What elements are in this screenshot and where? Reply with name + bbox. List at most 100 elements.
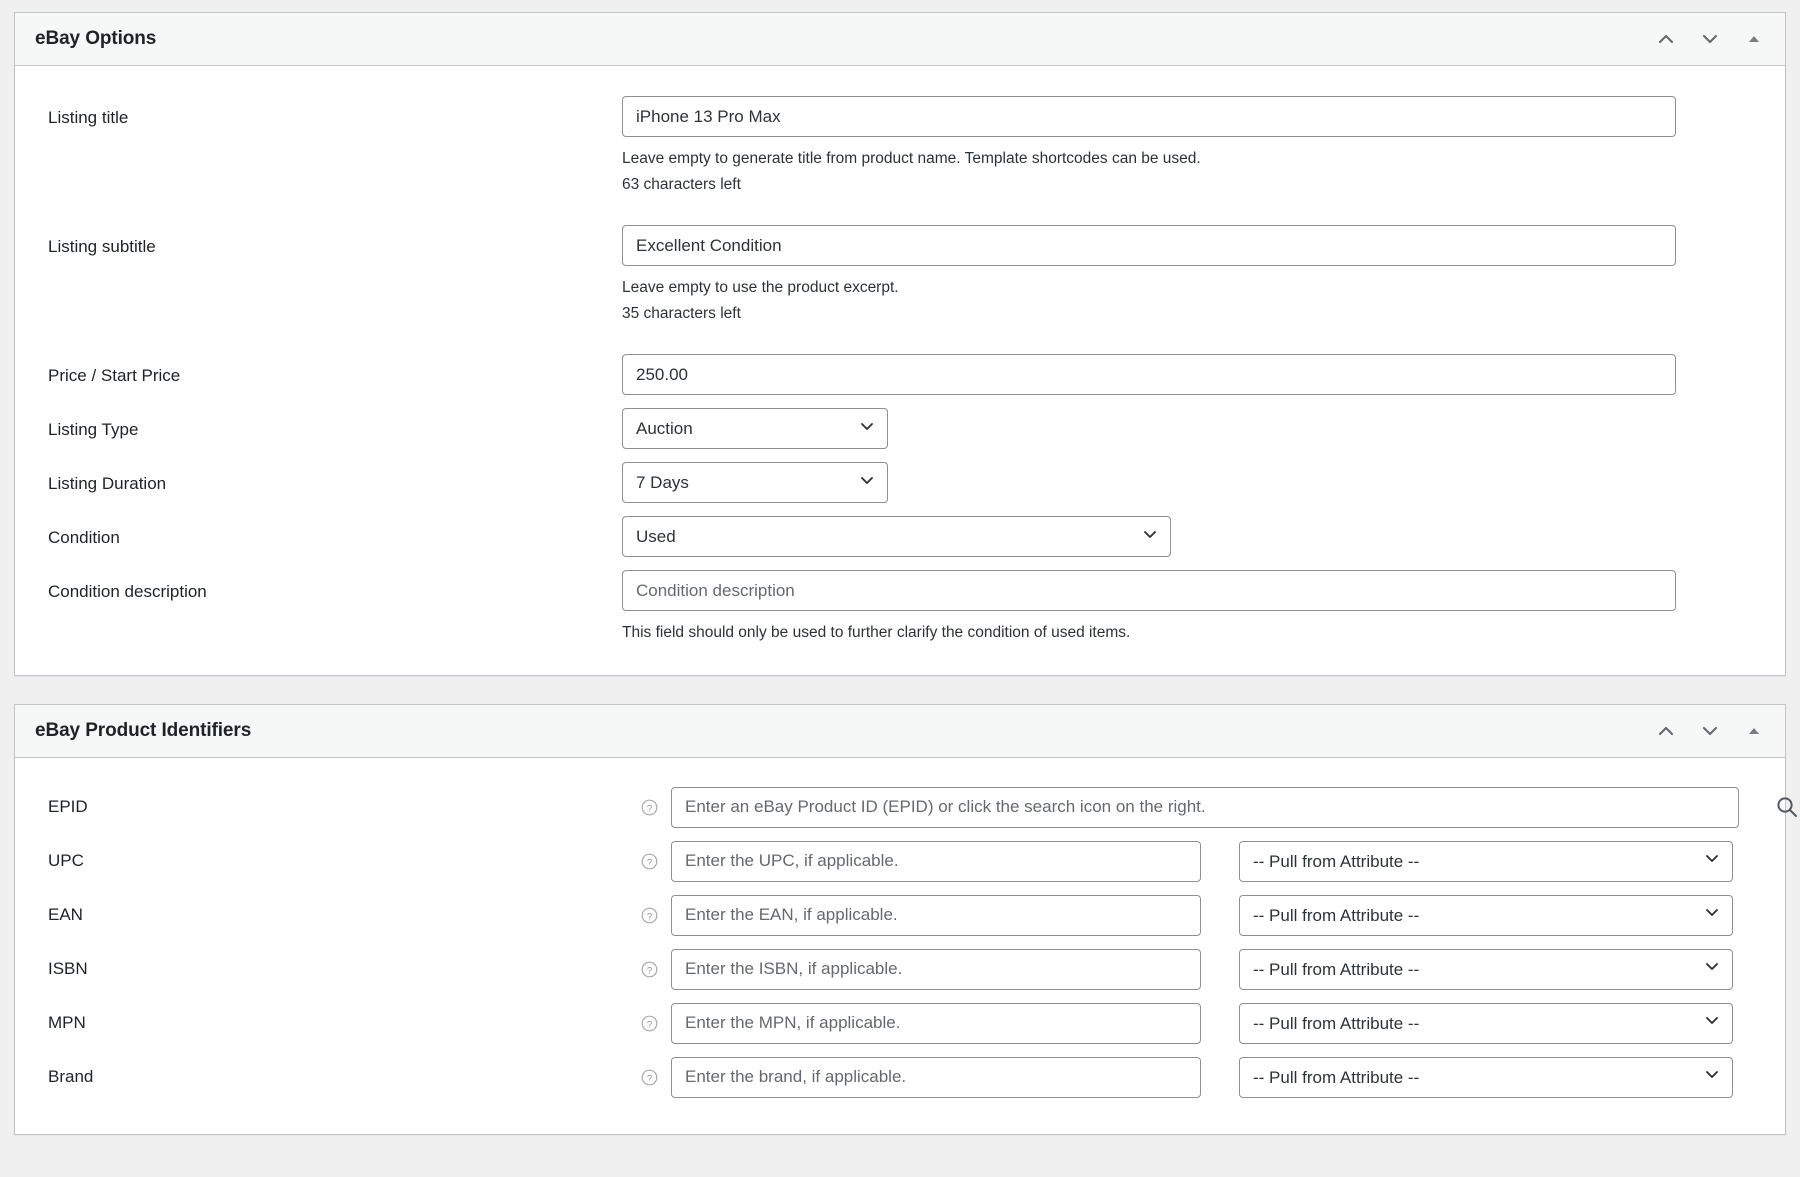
identifier-input-brand[interactable] [671, 1057, 1201, 1098]
help-icon[interactable]: ? [637, 959, 661, 979]
listing-subtitle-label: Listing subtitle [33, 225, 622, 259]
row-spacer [33, 503, 1767, 516]
identifier-input-upc[interactable] [671, 841, 1201, 882]
identifier-label-mpn: MPN [33, 1013, 637, 1033]
attribute-select-isbn[interactable]: -- Pull from Attribute -- [1239, 949, 1733, 990]
listing-title-hint: Leave empty to generate title from produ… [622, 147, 1676, 171]
attribute-select-wrapper: -- Pull from Attribute -- [1239, 1003, 1733, 1044]
condition-description-input[interactable] [622, 570, 1676, 611]
identifier-input-cell [661, 841, 1201, 882]
ebay-product-identifiers-panel-header[interactable]: eBay Product Identifiers [15, 705, 1785, 758]
search-icon[interactable]: Search eBay catalog [1757, 794, 1800, 820]
field-row-condition-description: Condition description This field should … [33, 570, 1767, 645]
attribute-select-mpn[interactable]: -- Pull from Attribute -- [1239, 1003, 1733, 1044]
move-up-icon[interactable] [1647, 20, 1685, 58]
identifier-attribute-cell: -- Pull from Attribute -- [1201, 1057, 1733, 1098]
attribute-select-brand[interactable]: -- Pull from Attribute -- [1239, 1057, 1733, 1098]
listing-duration-control: 7 Days [622, 462, 1767, 503]
listing-type-select[interactable]: Auction [622, 408, 888, 449]
row-spacer [33, 395, 1767, 408]
identifier-row: EAN? -- Pull from Attribute -- [33, 888, 1767, 942]
identifier-input-ean[interactable] [671, 895, 1201, 936]
svg-text:?: ? [646, 965, 651, 976]
listing-title-control: Leave empty to generate title from produ… [622, 96, 1767, 197]
field-row-listing-title: Listing title Leave empty to generate ti… [33, 96, 1767, 197]
price-label: Price / Start Price [33, 354, 622, 388]
svg-text:?: ? [646, 857, 651, 868]
move-down-icon[interactable] [1691, 712, 1729, 750]
field-row-listing-subtitle: Listing subtitle Leave empty to use the … [33, 225, 1767, 326]
help-icon[interactable]: ? [637, 1067, 661, 1087]
identifier-input-cell [661, 895, 1201, 936]
identifier-input-cell [661, 1057, 1201, 1098]
ebay-product-identifiers-panel: eBay Product Identifiers [14, 704, 1786, 1135]
move-down-icon[interactable] [1691, 20, 1729, 58]
identifier-row: UPC? -- Pull from Attribute -- [33, 834, 1767, 888]
identifier-row: EPID?Search eBay catalog [33, 780, 1767, 834]
price-control [622, 354, 1767, 395]
help-icon[interactable]: ? [637, 851, 661, 871]
identifier-input-isbn[interactable] [671, 949, 1201, 990]
identifiers-panel-body: EPID?Search eBay catalog UPC? -- Pull from… [15, 758, 1785, 1134]
help-icon[interactable]: ? [637, 797, 661, 817]
identifier-attribute-cell: -- Pull from Attribute -- [1201, 949, 1733, 990]
help-icon[interactable]: ? [637, 905, 661, 925]
svg-text:?: ? [646, 803, 651, 814]
identifier-label-epid: EPID [33, 797, 637, 817]
identifiers-panel-title: eBay Product Identifiers [35, 720, 251, 743]
ebay-options-panel-header[interactable]: eBay Options [15, 13, 1785, 66]
panel-header-actions [1647, 712, 1773, 750]
svg-text:?: ? [646, 1073, 651, 1084]
listing-title-input[interactable] [622, 96, 1676, 137]
condition-select[interactable]: Used [622, 516, 1171, 557]
listing-title-label: Listing title [33, 96, 622, 130]
identifier-label-ean: EAN [33, 905, 637, 925]
identifier-label-brand: Brand [33, 1067, 637, 1087]
admin-metabox-page: eBay Options [0, 0, 1800, 1135]
identifier-row: ISBN? -- Pull from Attribute -- [33, 942, 1767, 996]
help-icon[interactable]: ? [637, 1013, 661, 1033]
move-up-icon[interactable] [1647, 712, 1685, 750]
attribute-select-wrapper: -- Pull from Attribute -- [1239, 895, 1733, 936]
attribute-select-wrapper: -- Pull from Attribute -- [1239, 949, 1733, 990]
identifier-input-mpn[interactable] [671, 1003, 1201, 1044]
condition-label: Condition [33, 516, 622, 550]
field-row-price: Price / Start Price [33, 354, 1767, 395]
attribute-select-upc[interactable]: -- Pull from Attribute -- [1239, 841, 1733, 882]
row-spacer [33, 326, 1767, 354]
identifier-row: Brand? -- Pull from Attribute -- [33, 1050, 1767, 1104]
identifier-label-upc: UPC [33, 851, 637, 871]
attribute-select-wrapper: -- Pull from Attribute -- [1239, 841, 1733, 882]
condition-select-wrapper: Used [622, 516, 1171, 557]
field-row-listing-type: Listing Type Auction [33, 408, 1767, 449]
identifier-input-cell [661, 1003, 1201, 1044]
attribute-select-ean[interactable]: -- Pull from Attribute -- [1239, 895, 1733, 936]
ebay-options-panel-body: Listing title Leave empty to generate ti… [15, 66, 1785, 675]
listing-type-select-wrapper: Auction [622, 408, 888, 449]
panel-header-actions [1647, 20, 1773, 58]
listing-duration-select-wrapper: 7 Days [622, 462, 888, 503]
identifier-row: MPN? -- Pull from Attribute -- [33, 996, 1767, 1050]
identifier-attribute-cell: -- Pull from Attribute -- [1201, 895, 1733, 936]
listing-type-label: Listing Type [33, 408, 622, 442]
condition-description-control: This field should only be used to furthe… [622, 570, 1767, 645]
listing-subtitle-input[interactable] [622, 225, 1676, 266]
identifier-attribute-cell: -- Pull from Attribute -- [1201, 1003, 1733, 1044]
listing-duration-select[interactable]: 7 Days [622, 462, 888, 503]
price-input[interactable] [622, 354, 1676, 395]
svg-text:?: ? [646, 1019, 651, 1030]
toggle-panel-icon[interactable] [1735, 20, 1773, 58]
identifier-attribute-cell: -- Pull from Attribute -- [1201, 841, 1733, 882]
listing-type-control: Auction [622, 408, 1767, 449]
toggle-panel-icon[interactable] [1735, 712, 1773, 750]
row-spacer [33, 557, 1767, 570]
listing-subtitle-hint: Leave empty to use the product excerpt. [622, 276, 1676, 300]
listing-subtitle-counter: 35 characters left [622, 302, 1676, 326]
listing-subtitle-control: Leave empty to use the product excerpt. … [622, 225, 1767, 326]
field-row-listing-duration: Listing Duration 7 Days [33, 462, 1767, 503]
identifier-input-epid[interactable] [671, 787, 1739, 828]
ebay-options-panel: eBay Options [14, 12, 1786, 676]
condition-description-hint: This field should only be used to furthe… [622, 621, 1676, 645]
svg-text:?: ? [646, 911, 651, 922]
identifier-label-isbn: ISBN [33, 959, 637, 979]
